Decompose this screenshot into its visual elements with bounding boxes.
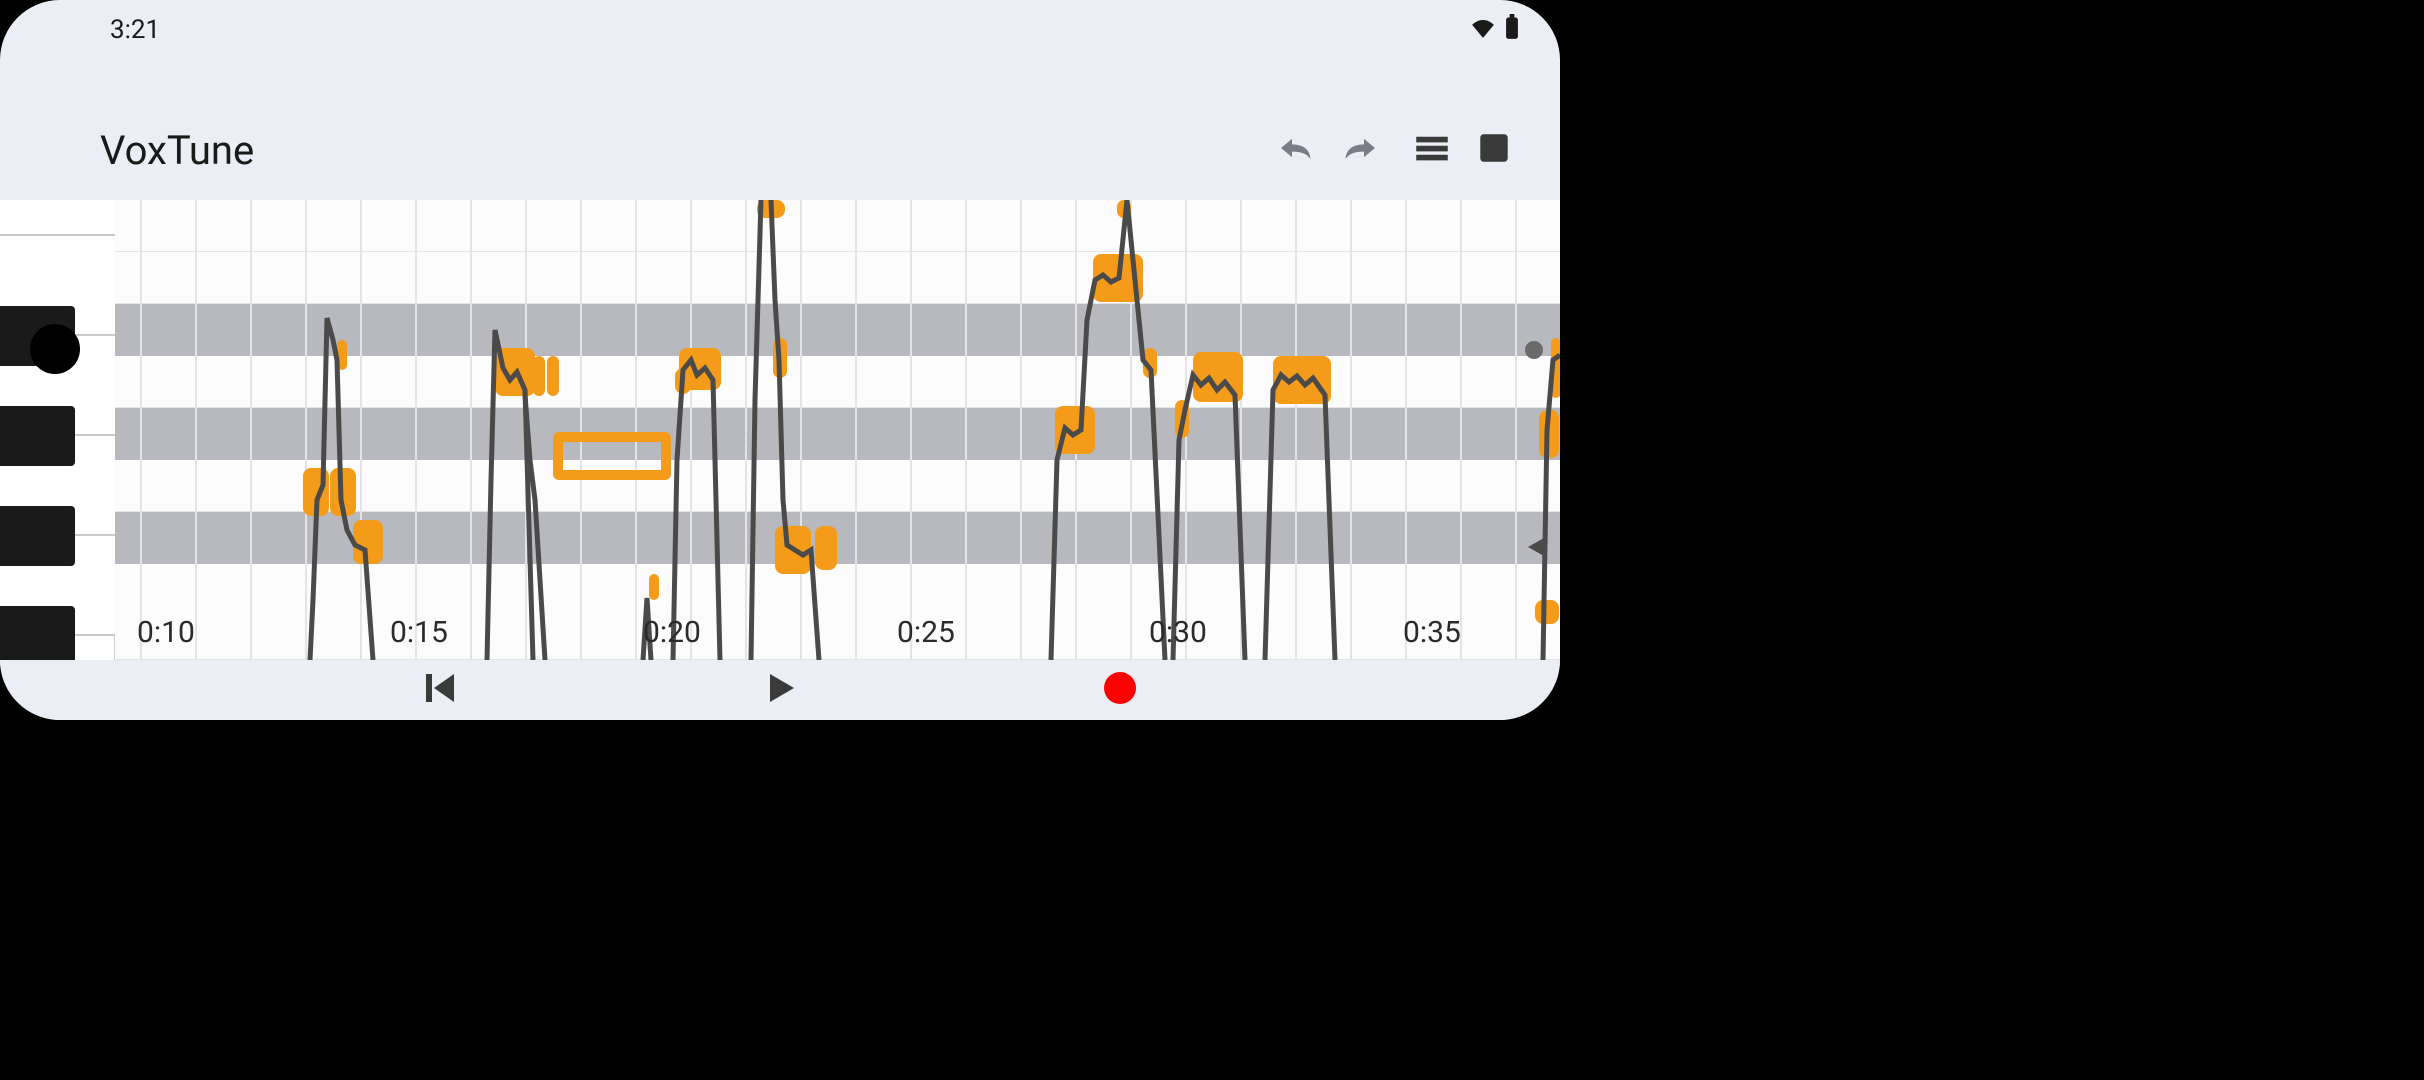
side-markers bbox=[1520, 200, 1550, 660]
stop-icon[interactable] bbox=[1478, 132, 1510, 168]
pitch-editor[interactable]: 0:10 0:15 0:20 0:25 0:30 0:35 C4 bbox=[0, 200, 1560, 660]
black-key[interactable] bbox=[0, 606, 75, 660]
black-key[interactable] bbox=[0, 506, 75, 566]
menu-icon[interactable] bbox=[1414, 130, 1450, 170]
grid[interactable]: 0:10 0:15 0:20 0:25 0:30 0:35 bbox=[115, 200, 1560, 660]
piano-keyboard[interactable]: C4 bbox=[0, 200, 115, 660]
wifi-icon bbox=[1470, 15, 1496, 45]
app-title: VoxTune bbox=[100, 127, 254, 174]
app-bar: VoxTune bbox=[0, 115, 1560, 185]
time-label: 0:20 bbox=[643, 615, 701, 650]
redo-icon[interactable] bbox=[1342, 130, 1386, 170]
status-bar: 3:21 bbox=[0, 0, 1560, 60]
skip-previous-icon[interactable] bbox=[420, 668, 460, 712]
undo-icon[interactable] bbox=[1270, 130, 1314, 170]
battery-icon bbox=[1504, 14, 1520, 47]
pitch-curve bbox=[115, 200, 1560, 660]
toolbar bbox=[1270, 130, 1510, 170]
playhead-marker[interactable] bbox=[30, 324, 80, 374]
white-key[interactable] bbox=[0, 200, 115, 236]
black-key[interactable] bbox=[0, 406, 75, 466]
time-label: 0:10 bbox=[137, 615, 195, 650]
transport-bar bbox=[0, 660, 1560, 720]
device-frame: 3:21 VoxTune bbox=[0, 0, 1560, 720]
time-label: 0:35 bbox=[1403, 615, 1461, 650]
time-label: 0:25 bbox=[897, 615, 955, 650]
time-label: 0:15 bbox=[390, 615, 448, 650]
time-label: 0:30 bbox=[1149, 615, 1207, 650]
record-icon[interactable] bbox=[1100, 668, 1140, 712]
marker-triangle-icon bbox=[1524, 536, 1546, 558]
status-time: 3:21 bbox=[110, 15, 160, 45]
play-icon[interactable] bbox=[760, 668, 800, 712]
marker-dot-icon bbox=[1524, 340, 1544, 360]
